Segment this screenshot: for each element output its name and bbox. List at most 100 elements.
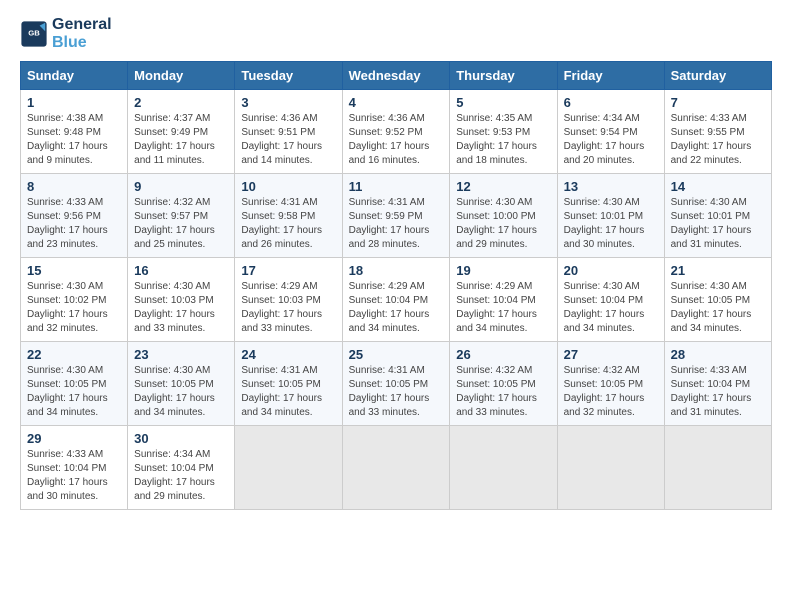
day-number: 20 (564, 263, 658, 278)
calendar-day-cell: 8 Sunrise: 4:33 AMSunset: 9:56 PMDaylight… (21, 174, 128, 258)
day-number: 6 (564, 95, 658, 110)
day-number: 2 (134, 95, 228, 110)
calendar-week-row: 8 Sunrise: 4:33 AMSunset: 9:56 PMDaylight… (21, 174, 772, 258)
day-number: 4 (349, 95, 444, 110)
calendar-day-cell: 25 Sunrise: 4:31 AMSunset: 10:05 PMDaylig… (342, 342, 450, 426)
day-info: Sunrise: 4:32 AMSunset: 9:57 PMDaylight:… (134, 196, 228, 252)
day-number: 9 (134, 179, 228, 194)
calendar-day-cell: 30 Sunrise: 4:34 AMSunset: 10:04 PMDaylig… (128, 426, 235, 510)
day-info: Sunrise: 4:30 AMSunset: 10:05 PMDaylight… (134, 364, 228, 420)
calendar-day-cell: 15Sunrise: 4:30 AMSunset: 10:02 PMDaylig… (21, 258, 128, 342)
weekday-header-wednesday: Wednesday (342, 62, 450, 90)
calendar-day-cell: 14 Sunrise: 4:30 AMSunset: 10:01 PMDaylig… (664, 174, 771, 258)
calendar-day-cell: 4 Sunrise: 4:36 AMSunset: 9:52 PMDaylight… (342, 90, 450, 174)
day-info: Sunrise: 4:30 AMSunset: 10:01 PMDaylight… (564, 196, 658, 252)
day-number: 1 (27, 95, 121, 110)
calendar-day-cell: 13 Sunrise: 4:30 AMSunset: 10:01 PMDaylig… (557, 174, 664, 258)
calendar-day-cell: 1Sunrise: 4:38 AMSunset: 9:48 PMDaylight… (21, 90, 128, 174)
day-number: 29 (27, 431, 121, 446)
day-number: 5 (456, 95, 550, 110)
day-number: 17 (241, 263, 335, 278)
calendar-day-cell: 12Sunrise: 4:30 AMSunset: 10:00 PMDaylig… (450, 174, 557, 258)
day-number: 13 (564, 179, 658, 194)
day-info: Sunrise: 4:34 AMSunset: 10:04 PMDaylight… (134, 448, 228, 504)
calendar-day-cell: 10 Sunrise: 4:31 AMSunset: 9:58 PMDayligh… (235, 174, 342, 258)
day-info: Sunrise: 4:30 AMSunset: 10:05 PMDaylight… (671, 280, 765, 336)
day-number: 25 (349, 347, 444, 362)
day-info: Sunrise: 4:32 AMSunset: 10:05 PMDaylight… (456, 364, 550, 420)
logo: GB General Blue (20, 16, 112, 51)
calendar-day-cell: 16Sunrise: 4:30 AMSunset: 10:03 PMDaylig… (128, 258, 235, 342)
day-info: Sunrise: 4:31 AMSunset: 9:58 PMDaylight:… (241, 196, 335, 252)
calendar-day-cell: 17 Sunrise: 4:29 AMSunset: 10:03 PMDaylig… (235, 258, 342, 342)
day-number: 26 (456, 347, 550, 362)
day-number: 15 (27, 263, 121, 278)
day-info: Sunrise: 4:30 AMSunset: 10:04 PMDaylight… (564, 280, 658, 336)
day-number: 18 (349, 263, 444, 278)
day-number: 24 (241, 347, 335, 362)
day-info: Sunrise: 4:30 AMSunset: 10:01 PMDaylight… (671, 196, 765, 252)
weekday-header-monday: Monday (128, 62, 235, 90)
calendar-day-cell: 11 Sunrise: 4:31 AMSunset: 9:59 PMDayligh… (342, 174, 450, 258)
calendar-day-cell (450, 426, 557, 510)
calendar-week-row: 29 Sunrise: 4:33 AMSunset: 10:04 PMDaylig… (21, 426, 772, 510)
day-info: Sunrise: 4:31 AMSunset: 9:59 PMDaylight:… (349, 196, 444, 252)
calendar-table: SundayMondayTuesdayWednesdayThursdayFrid… (20, 61, 772, 510)
calendar-week-row: 22Sunrise: 4:30 AMSunset: 10:05 PMDaylig… (21, 342, 772, 426)
day-info: Sunrise: 4:29 AMSunset: 10:04 PMDaylight… (349, 280, 444, 336)
day-info: Sunrise: 4:32 AMSunset: 10:05 PMDaylight… (564, 364, 658, 420)
day-info: Sunrise: 4:33 AMSunset: 10:04 PMDaylight… (27, 448, 121, 504)
day-number: 28 (671, 347, 765, 362)
calendar-day-cell: 21Sunrise: 4:30 AMSunset: 10:05 PMDaylig… (664, 258, 771, 342)
calendar-day-cell: 5Sunrise: 4:35 AMSunset: 9:53 PMDaylight… (450, 90, 557, 174)
day-number: 30 (134, 431, 228, 446)
calendar-day-cell: 7Sunrise: 4:33 AMSunset: 9:55 PMDaylight… (664, 90, 771, 174)
calendar-day-cell (664, 426, 771, 510)
calendar-day-cell: 29 Sunrise: 4:33 AMSunset: 10:04 PMDaylig… (21, 426, 128, 510)
day-info: Sunrise: 4:33 AMSunset: 9:56 PMDaylight:… (27, 196, 121, 252)
weekday-header-thursday: Thursday (450, 62, 557, 90)
day-number: 10 (241, 179, 335, 194)
day-info: Sunrise: 4:30 AMSunset: 10:05 PMDaylight… (27, 364, 121, 420)
calendar-day-cell: 26 Sunrise: 4:32 AMSunset: 10:05 PMDaylig… (450, 342, 557, 426)
calendar-day-cell: 6Sunrise: 4:34 AMSunset: 9:54 PMDaylight… (557, 90, 664, 174)
day-info: Sunrise: 4:31 AMSunset: 10:05 PMDaylight… (349, 364, 444, 420)
day-info: Sunrise: 4:31 AMSunset: 10:05 PMDaylight… (241, 364, 335, 420)
day-number: 11 (349, 179, 444, 194)
calendar-day-cell: 3Sunrise: 4:36 AMSunset: 9:51 PMDaylight… (235, 90, 342, 174)
logo-icon: GB (20, 20, 48, 48)
calendar-day-cell: 28 Sunrise: 4:33 AMSunset: 10:04 PMDaylig… (664, 342, 771, 426)
day-info: Sunrise: 4:37 AMSunset: 9:49 PMDaylight:… (134, 112, 228, 168)
calendar-day-cell: 18 Sunrise: 4:29 AMSunset: 10:04 PMDaylig… (342, 258, 450, 342)
day-info: Sunrise: 4:36 AMSunset: 9:51 PMDaylight:… (241, 112, 335, 168)
weekday-header-saturday: Saturday (664, 62, 771, 90)
calendar-day-cell: 2 Sunrise: 4:37 AMSunset: 9:49 PMDaylight… (128, 90, 235, 174)
day-info: Sunrise: 4:29 AMSunset: 10:03 PMDaylight… (241, 280, 335, 336)
day-info: Sunrise: 4:33 AMSunset: 9:55 PMDaylight:… (671, 112, 765, 168)
day-info: Sunrise: 4:36 AMSunset: 9:52 PMDaylight:… (349, 112, 444, 168)
calendar-day-cell: 22Sunrise: 4:30 AMSunset: 10:05 PMDaylig… (21, 342, 128, 426)
calendar-day-cell: 9 Sunrise: 4:32 AMSunset: 9:57 PMDaylight… (128, 174, 235, 258)
calendar-day-cell: 19 Sunrise: 4:29 AMSunset: 10:04 PMDaylig… (450, 258, 557, 342)
calendar-day-cell (235, 426, 342, 510)
logo-text: General Blue (52, 16, 112, 51)
day-info: Sunrise: 4:33 AMSunset: 10:04 PMDaylight… (671, 364, 765, 420)
calendar-day-cell (342, 426, 450, 510)
calendar-day-cell: 27 Sunrise: 4:32 AMSunset: 10:05 PMDaylig… (557, 342, 664, 426)
day-number: 8 (27, 179, 121, 194)
day-number: 19 (456, 263, 550, 278)
day-number: 14 (671, 179, 765, 194)
weekday-header-row: SundayMondayTuesdayWednesdayThursdayFrid… (21, 62, 772, 90)
day-info: Sunrise: 4:29 AMSunset: 10:04 PMDaylight… (456, 280, 550, 336)
day-number: 16 (134, 263, 228, 278)
day-number: 27 (564, 347, 658, 362)
header: GB General Blue (20, 16, 772, 51)
calendar-page: GB General Blue SundayMondayTuesdayWedne… (0, 0, 792, 530)
calendar-day-cell: 23Sunrise: 4:30 AMSunset: 10:05 PMDaylig… (128, 342, 235, 426)
calendar-day-cell (557, 426, 664, 510)
calendar-day-cell: 24 Sunrise: 4:31 AMSunset: 10:05 PMDaylig… (235, 342, 342, 426)
day-number: 12 (456, 179, 550, 194)
calendar-week-row: 1Sunrise: 4:38 AMSunset: 9:48 PMDaylight… (21, 90, 772, 174)
weekday-header-sunday: Sunday (21, 62, 128, 90)
calendar-week-row: 15Sunrise: 4:30 AMSunset: 10:02 PMDaylig… (21, 258, 772, 342)
